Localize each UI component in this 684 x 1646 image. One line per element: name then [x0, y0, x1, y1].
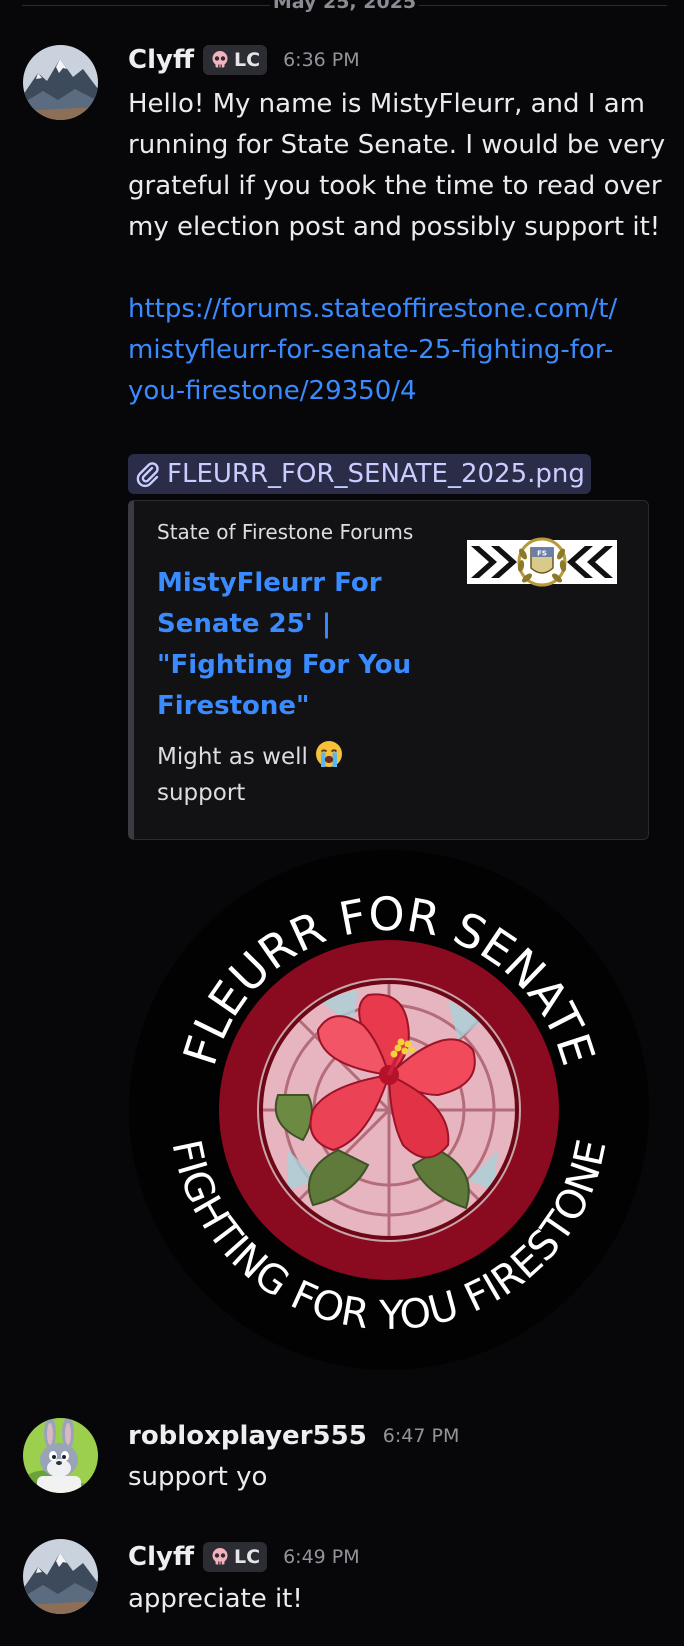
- role-tag-label: LC: [234, 49, 261, 71]
- mountain-avatar-icon: [23, 1539, 98, 1614]
- message-body: Hello! My name is MistyFleurr, and I am …: [128, 84, 668, 248]
- svg-text:FS: FS: [537, 550, 547, 558]
- mountain-avatar-icon: [23, 45, 98, 120]
- attachment-link[interactable]: FLEURR_FOR_SENATE_2025.png: [128, 454, 591, 494]
- role-tag[interactable]: LC: [203, 1542, 268, 1572]
- message-line: Hello! My name is MistyFleurr, and I am: [128, 89, 645, 119]
- forum-link[interactable]: https://forums.stateoffirestone.com/t/ m…: [128, 289, 668, 412]
- username[interactable]: Clyff: [128, 45, 194, 75]
- message-header: Clyff LC 6:49 PM: [128, 1539, 360, 1575]
- link-line[interactable]: mistyfleurr-for-senate-25-fighting-for-: [128, 330, 668, 371]
- campaign-image[interactable]: FLEURR FOR SENATE FIGHTING FOR YOU FIRES…: [128, 850, 650, 1370]
- embed-desc-line: support: [157, 780, 246, 806]
- avatar-robloxplayer555[interactable]: [23, 1418, 98, 1493]
- message-line: grateful if you took the time to read ov…: [128, 171, 662, 201]
- loudly-crying-face-icon: [316, 741, 343, 767]
- message-body: appreciate it!: [128, 1584, 303, 1614]
- divider-date: May 25, 2025: [272, 0, 417, 13]
- paperclip-icon: [136, 462, 159, 488]
- timestamp[interactable]: 6:47 PM: [383, 1425, 460, 1447]
- avatar-clyff[interactable]: [23, 45, 98, 120]
- attachment-filename[interactable]: FLEURR_FOR_SENATE_2025.png: [167, 459, 585, 489]
- message-header: Clyff LC 6:36 PM: [128, 42, 360, 78]
- timestamp[interactable]: 6:36 PM: [283, 49, 360, 71]
- embed-description: Might as well support: [157, 739, 387, 811]
- forum-thumbnail[interactable]: FS: [467, 536, 617, 592]
- message-line: running for State Senate. I would be ver…: [128, 130, 666, 160]
- role-tag-label: LC: [234, 1546, 261, 1568]
- embed-title-line[interactable]: Firestone": [157, 686, 422, 727]
- bunny-avatar-icon: [23, 1418, 98, 1493]
- link-line[interactable]: you-firestone/29350/4: [128, 371, 668, 412]
- embed-title-line[interactable]: "Fighting For You: [157, 645, 422, 686]
- embed-title[interactable]: MistyFleurr For Senate 25' | "Fighting F…: [157, 563, 422, 727]
- embed-desc-line: Might as well: [157, 744, 308, 770]
- username[interactable]: Clyff: [128, 1542, 194, 1572]
- embed-title-line[interactable]: MistyFleurr For: [157, 563, 422, 604]
- role-tag[interactable]: LC: [203, 45, 268, 75]
- embed-title-line[interactable]: Senate 25' |: [157, 604, 422, 645]
- link-embed: State of Firestone Forums MistyFleurr Fo…: [128, 500, 649, 840]
- embed-provider[interactable]: State of Firestone Forums: [157, 520, 413, 544]
- avatar-clyff[interactable]: [23, 1539, 98, 1614]
- divider-line-right: [419, 5, 667, 6]
- skull-icon: [212, 1548, 228, 1565]
- message-header: robloxplayer555 6:47 PM: [128, 1418, 459, 1454]
- skull-icon: [212, 51, 228, 68]
- link-line[interactable]: https://forums.stateoffirestone.com/t/: [128, 289, 668, 330]
- username[interactable]: robloxplayer555: [128, 1421, 367, 1451]
- timestamp[interactable]: 6:49 PM: [283, 1546, 360, 1568]
- date-divider: May 25, 2025: [22, 0, 667, 16]
- message-body: support yo: [128, 1462, 268, 1492]
- message-line: my election post and possibly support it…: [128, 212, 661, 242]
